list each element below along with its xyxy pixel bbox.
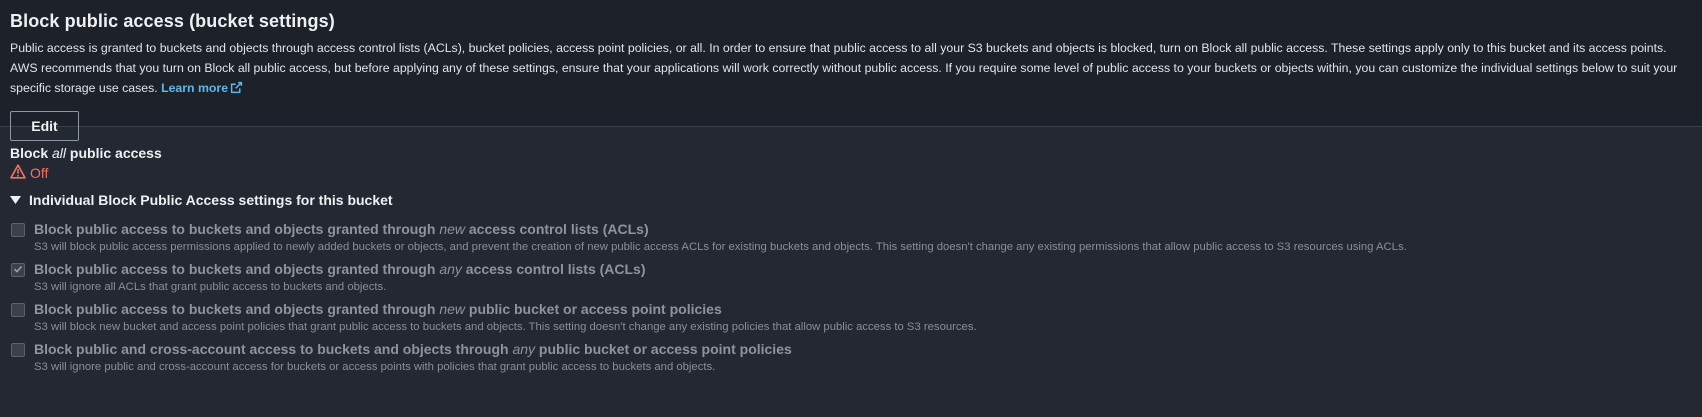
option-title-em: new — [439, 221, 465, 237]
external-link-icon — [230, 80, 243, 100]
option-title: Block public access to buckets and objec… — [34, 300, 1692, 318]
check-icon — [13, 261, 23, 279]
option-title-pre: Block public and cross-account access to… — [34, 341, 513, 357]
learn-more-link[interactable]: Learn more — [161, 81, 243, 95]
settings-body: Block all public access Off Individual B… — [0, 127, 1702, 380]
option-title-post: access control lists (ACLs) — [461, 261, 646, 277]
option-title: Block public access to buckets and objec… — [34, 220, 1692, 238]
option-description: S3 will ignore all ACLs that grant publi… — [34, 281, 387, 293]
status-text: Off — [30, 165, 49, 181]
warning-icon — [10, 164, 26, 182]
description: Public access is granted to buckets and … — [10, 38, 1692, 100]
option-title-em: any — [439, 261, 462, 277]
toggle-label: Individual Block Public Access settings … — [29, 192, 393, 208]
option-description: S3 will block public access permissions … — [34, 241, 1407, 253]
block-all-label-pre: Block — [10, 145, 53, 161]
option-title-em: new — [439, 301, 465, 317]
option-any-acls: Block public access to buckets and objec… — [10, 260, 1692, 300]
block-all-status: Off — [10, 164, 1692, 182]
option-title-post: access control lists (ACLs) — [465, 221, 649, 237]
learn-more-label: Learn more — [161, 81, 229, 95]
block-all-label-em: all — [52, 145, 67, 161]
options-list: Block public access to buckets and objec… — [10, 220, 1692, 380]
checkbox-new-policies[interactable] — [11, 303, 25, 317]
option-title-pre: Block public access to buckets and objec… — [34, 301, 440, 317]
option-title-em: any — [512, 341, 536, 357]
checkbox-new-acls[interactable] — [11, 223, 25, 237]
checkbox-any-acls[interactable] — [11, 263, 25, 277]
edit-button[interactable]: Edit — [10, 111, 79, 141]
caret-down-icon — [10, 192, 21, 208]
option-title: Block public and cross-account access to… — [34, 340, 1692, 358]
page-title: Block public access (bucket settings) — [10, 11, 335, 31]
option-title-pre: Block public access to buckets and objec… — [34, 221, 440, 237]
option-title-post: public bucket or access point policies — [465, 301, 722, 317]
individual-settings-toggle[interactable]: Individual Block Public Access settings … — [10, 192, 1692, 208]
checkbox-any-policies[interactable] — [11, 343, 25, 357]
description-text: Public access is granted to buckets and … — [10, 41, 1678, 95]
block-all-label-post: public access — [66, 145, 162, 161]
option-description: S3 will block new bucket and access poin… — [34, 321, 977, 333]
settings-header: Block public access (bucket settings) Pu… — [0, 0, 1702, 141]
block-all-label: Block all public access — [10, 145, 1692, 161]
option-title-pre: Block public access to buckets and objec… — [34, 261, 440, 277]
option-title: Block public access to buckets and objec… — [34, 260, 1692, 278]
option-description: S3 will ignore public and cross-account … — [34, 361, 716, 373]
option-title-post: public bucket or access point policies — [535, 341, 792, 357]
option-new-acls: Block public access to buckets and objec… — [10, 220, 1692, 260]
option-new-policies: Block public access to buckets and objec… — [10, 300, 1692, 340]
option-any-policies: Block public and cross-account access to… — [10, 340, 1692, 380]
